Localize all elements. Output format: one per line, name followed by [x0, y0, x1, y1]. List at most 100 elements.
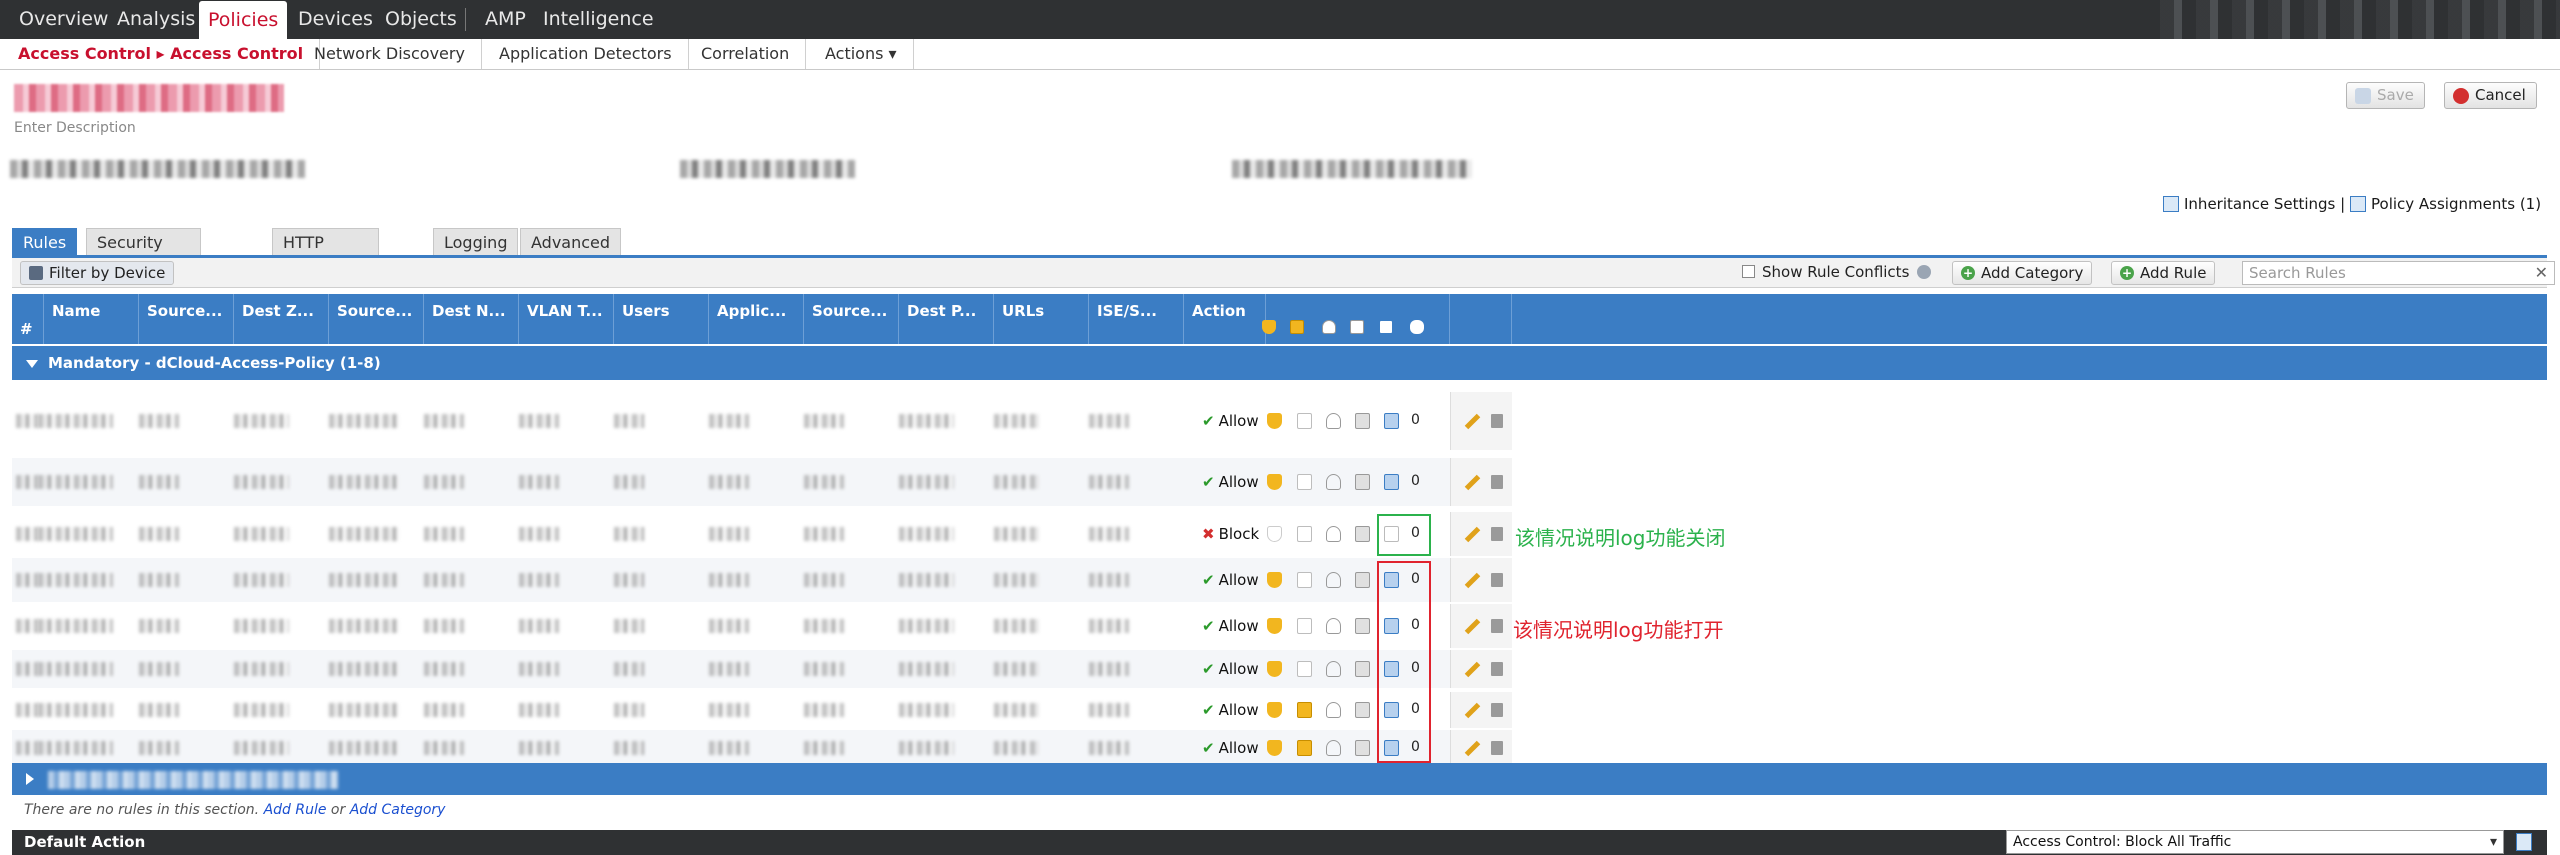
rule-row[interactable]: ✔ Allow 0: [12, 604, 1512, 648]
default-action-select[interactable]: Access Control: Block All Traffic ▾: [2006, 830, 2504, 854]
default-action-logging-icon[interactable]: [2516, 833, 2532, 851]
collapse-triangle-icon[interactable]: [26, 360, 38, 368]
nav-analysis[interactable]: Analysis: [108, 0, 204, 39]
cancel-button[interactable]: Cancel: [2444, 82, 2537, 109]
nav-overview[interactable]: Overview: [10, 0, 117, 39]
save-button[interactable]: Save: [2346, 82, 2425, 109]
intrusion-policy-icon[interactable]: [1267, 413, 1282, 429]
col-dest-ports[interactable]: Dest P...: [899, 294, 994, 344]
safe-search-icon[interactable]: [1355, 661, 1370, 677]
safe-search-icon[interactable]: [1355, 702, 1370, 718]
breadcrumb[interactable]: Access Control ▸ Access Control: [0, 39, 321, 69]
rule-row[interactable]: ✔ Allow 0: [12, 558, 1512, 602]
delete-trash-icon[interactable]: [1491, 414, 1503, 428]
delete-trash-icon[interactable]: [1491, 741, 1503, 755]
policy-description[interactable]: Enter Description: [14, 120, 136, 136]
file-policy-icon[interactable]: [1297, 413, 1312, 429]
tab-security-intelligence[interactable]: Security Intelligence: [86, 228, 202, 279]
nav-devices[interactable]: Devices: [289, 0, 382, 39]
safe-search-icon[interactable]: [1355, 474, 1370, 490]
file-policy-icon[interactable]: [1297, 702, 1312, 718]
col-dest-networks[interactable]: Dest N...: [424, 294, 519, 344]
subnav-application-detectors[interactable]: Application Detectors: [483, 39, 689, 69]
tab-rules[interactable]: Rules: [12, 228, 78, 256]
safe-search-icon[interactable]: [1355, 740, 1370, 756]
rule-row[interactable]: ✔ Allow 0: [12, 650, 1512, 688]
delete-trash-icon[interactable]: [1491, 619, 1503, 633]
identity-icon[interactable]: [1326, 572, 1341, 588]
col-applications[interactable]: Applic...: [709, 294, 804, 344]
safe-search-icon[interactable]: [1355, 618, 1370, 634]
search-rules-input[interactable]: Search Rules ✕: [2242, 261, 2555, 285]
delete-trash-icon[interactable]: [1491, 573, 1503, 587]
intrusion-policy-icon[interactable]: [1267, 740, 1282, 756]
delete-trash-icon[interactable]: [1491, 703, 1503, 717]
col-source-ports[interactable]: Source...: [804, 294, 899, 344]
add-category-button[interactable]: + Add Category: [1952, 261, 2093, 285]
identity-icon[interactable]: [1326, 740, 1341, 756]
intrusion-policy-icon[interactable]: [1267, 572, 1282, 588]
file-policy-icon[interactable]: [1297, 526, 1312, 542]
intrusion-policy-icon[interactable]: [1267, 702, 1282, 718]
empty-add-rule-link[interactable]: Add Rule: [264, 802, 327, 818]
nav-policies[interactable]: Policies: [199, 1, 288, 39]
add-rule-button[interactable]: + Add Rule: [2111, 261, 2216, 285]
col-ise-sgt[interactable]: ISE/S...: [1089, 294, 1184, 344]
col-source-zones[interactable]: Source...: [139, 294, 234, 344]
nav-intelligence[interactable]: Intelligence: [534, 0, 663, 39]
section-default[interactable]: [12, 763, 2547, 795]
delete-trash-icon[interactable]: [1491, 662, 1503, 676]
rule-row[interactable]: ✖ Block 0: [12, 512, 1512, 556]
tab-logging[interactable]: Logging: [433, 228, 519, 256]
file-policy-icon[interactable]: [1297, 572, 1312, 588]
identity-icon[interactable]: [1326, 618, 1341, 634]
delete-trash-icon[interactable]: [1491, 527, 1503, 541]
breadcrumb-parent[interactable]: Access Control: [18, 44, 151, 63]
file-policy-icon[interactable]: [1297, 474, 1312, 490]
col-action[interactable]: Action: [1184, 294, 1266, 344]
col-source-networks[interactable]: Source...: [329, 294, 424, 344]
help-icon[interactable]: [1917, 265, 1931, 279]
tab-advanced[interactable]: Advanced: [520, 228, 622, 256]
logging-icon[interactable]: [1384, 474, 1399, 490]
rule-row[interactable]: ✔ Allow 0: [12, 730, 1512, 766]
empty-add-category-link[interactable]: Add Category: [350, 802, 446, 818]
intrusion-policy-icon[interactable]: [1267, 618, 1282, 634]
section-mandatory[interactable]: Mandatory - dCloud-Access-Policy (1-8): [12, 346, 2547, 380]
nav-objects[interactable]: Objects: [376, 0, 466, 39]
rule-row[interactable]: ✔ Allow 0: [12, 458, 1512, 506]
subnav-actions-menu[interactable]: Actions ▾: [809, 39, 914, 69]
identity-icon[interactable]: [1326, 413, 1341, 429]
col-number[interactable]: #: [12, 294, 44, 344]
col-vlan-tags[interactable]: VLAN T...: [519, 294, 614, 344]
expand-triangle-icon[interactable]: [26, 773, 34, 785]
intrusion-policy-icon[interactable]: [1267, 661, 1282, 677]
rule-row[interactable]: ✔ Allow 0: [12, 392, 1512, 450]
logging-icon[interactable]: [1384, 413, 1399, 429]
subnav-network-discovery[interactable]: Network Discovery: [298, 39, 482, 69]
identity-icon[interactable]: [1326, 702, 1341, 718]
col-dest-zones[interactable]: Dest Z...: [234, 294, 329, 344]
intrusion-policy-icon[interactable]: [1267, 526, 1282, 542]
filter-by-device-button[interactable]: Filter by Device: [20, 261, 175, 285]
col-urls[interactable]: URLs: [994, 294, 1089, 344]
identity-icon[interactable]: [1326, 526, 1341, 542]
safe-search-icon[interactable]: [1355, 526, 1370, 542]
policy-name-redacted[interactable]: [14, 84, 284, 112]
tab-http-responses[interactable]: HTTP Responses: [272, 228, 380, 279]
clear-search-icon[interactable]: ✕: [2535, 262, 2548, 284]
file-policy-icon[interactable]: [1297, 618, 1312, 634]
subnav-correlation[interactable]: Correlation: [685, 39, 807, 69]
identity-icon[interactable]: [1326, 661, 1341, 677]
file-policy-icon[interactable]: [1297, 740, 1312, 756]
show-conflicts-checkbox[interactable]: [1742, 265, 1755, 278]
nav-amp[interactable]: AMP: [476, 0, 535, 39]
col-users[interactable]: Users: [614, 294, 709, 344]
inheritance-settings-link[interactable]: Inheritance Settings |: [2163, 195, 2345, 213]
delete-trash-icon[interactable]: [1491, 475, 1503, 489]
col-name[interactable]: Name: [44, 294, 139, 344]
intrusion-policy-icon[interactable]: [1267, 474, 1282, 490]
rule-row[interactable]: ✔ Allow 0: [12, 692, 1512, 728]
identity-icon[interactable]: [1326, 474, 1341, 490]
safe-search-icon[interactable]: [1355, 413, 1370, 429]
